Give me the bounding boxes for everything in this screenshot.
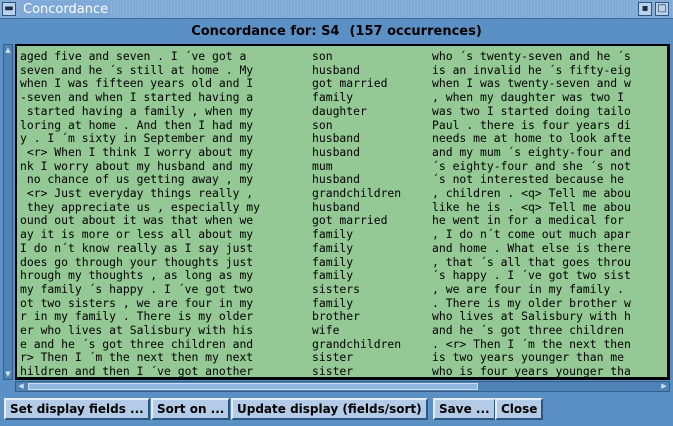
minimize-icon[interactable]: ▪ bbox=[638, 2, 652, 16]
set-display-fields-button[interactable]: Set display fields ... bbox=[4, 398, 150, 420]
keyword: sister bbox=[312, 364, 354, 377]
window-menu-icon[interactable]: ▬ bbox=[2, 2, 16, 16]
update-display-button[interactable]: Update display (fields/sort) bbox=[231, 398, 428, 420]
concordance-lines[interactable]: aged five and seven . I ´ve got a son who … bbox=[17, 46, 667, 377]
concordance-text-area[interactable]: aged five and seven . I ´ve got a son who … bbox=[15, 44, 670, 380]
header-label: Concordance for: S4 bbox=[191, 24, 340, 39]
scroll-down-icon[interactable]: ▼ bbox=[4, 369, 12, 379]
occurrence-count: (157 occurrences) bbox=[349, 24, 482, 39]
save-button[interactable]: Save ... bbox=[433, 398, 496, 420]
vertical-scrollbar[interactable]: ▲ ▼ bbox=[3, 44, 13, 380]
scroll-up-icon[interactable]: ▲ bbox=[4, 45, 12, 55]
concordance-line[interactable]: hildren and then I ´ve got another sister… bbox=[17, 364, 667, 377]
horizontal-scroll-thumb[interactable] bbox=[28, 383, 478, 390]
maximize-icon[interactable]: □ bbox=[655, 2, 669, 16]
close-button[interactable]: Close bbox=[495, 398, 544, 420]
context-left: hildren and then I ´ve got another bbox=[20, 364, 254, 377]
context-right: who is four years younger tha bbox=[432, 364, 631, 377]
scroll-right-icon[interactable]: ▶ bbox=[659, 382, 669, 391]
scroll-left-icon[interactable]: ◀ bbox=[16, 382, 26, 391]
concordance-header: Concordance for: S4 (157 occurrences) bbox=[0, 22, 673, 42]
horizontal-scrollbar[interactable]: ◀ ▶ bbox=[15, 381, 670, 392]
window-title: Concordance bbox=[20, 1, 112, 18]
window-title-bar[interactable]: ▬ Concordance ▪ □ bbox=[0, 0, 673, 19]
sort-on-button[interactable]: Sort on ... bbox=[151, 398, 231, 420]
